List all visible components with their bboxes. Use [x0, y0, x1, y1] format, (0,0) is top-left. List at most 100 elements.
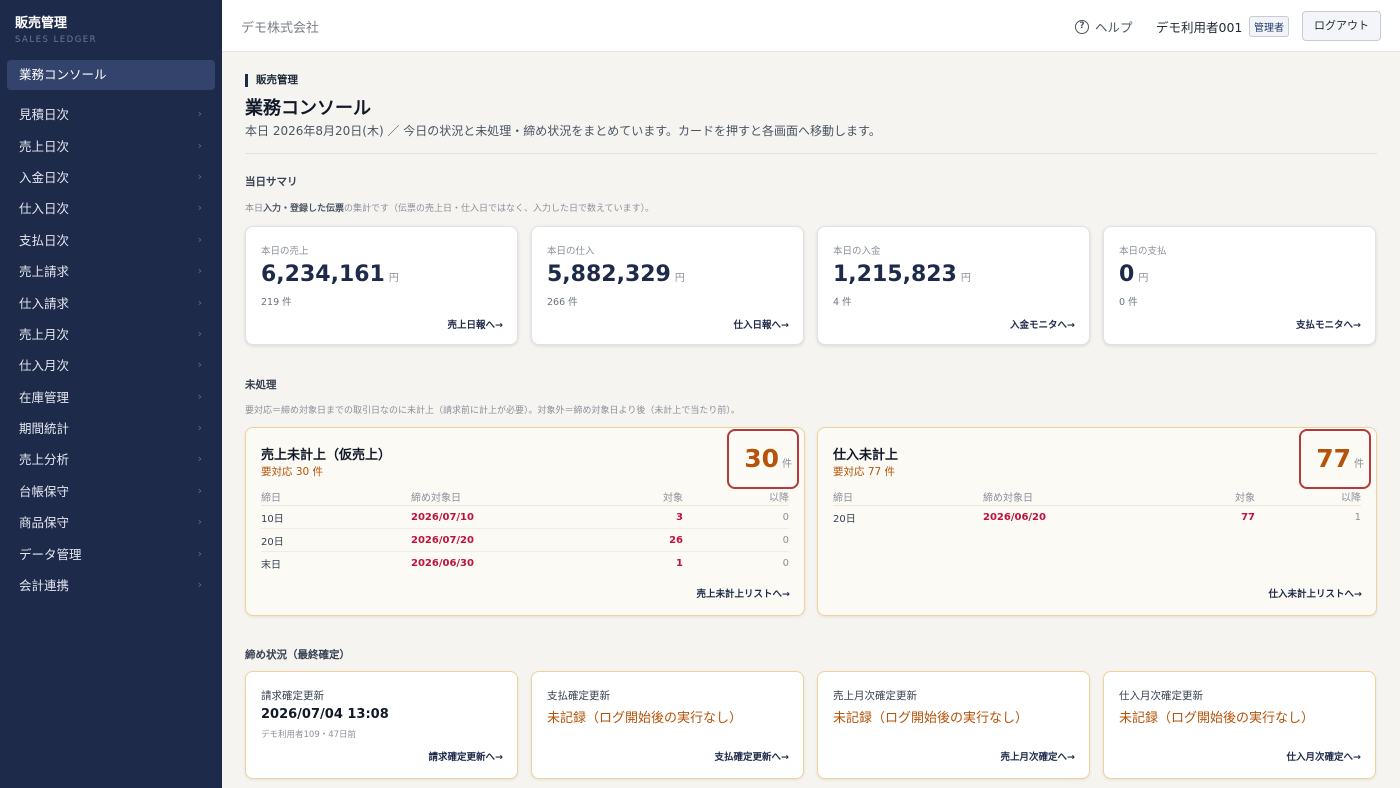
sidebar-item-label: 入金日次	[19, 169, 70, 185]
chevron-right-icon: ›	[197, 546, 202, 560]
pending-card-sales[interactable]: 売上未計上（仮売上） 要対応 30 件 30 件 締日 締め対象日 対象 以降 1…	[245, 427, 805, 616]
brand-subtitle: SALES LEDGER	[15, 35, 98, 45]
summary-note-prefix: 本日	[245, 204, 264, 214]
pending-card-title: 売上未計上（仮売上）	[261, 448, 392, 463]
target-date-cell: 2026/07/10	[411, 511, 474, 523]
company-name: デモ株式会社	[241, 21, 320, 36]
yen-unit: 円	[960, 273, 971, 284]
closing-card-purchase-monthly[interactable]: 仕入月次確定更新 未記録（ログ開始後の実行なし） 仕入月次確定へ→	[1103, 671, 1376, 779]
target-date-cell: 2026/06/30	[411, 558, 474, 569]
sidebar-item[interactable]: 期間統計 ›	[0, 412, 222, 443]
pending-note: 要対応＝締め対象日までの取引日なのに未計上（請求前に計上が必要）。対象外＝締め対…	[245, 406, 740, 416]
help-link[interactable]: ? ヘルプ	[1075, 17, 1133, 36]
after-count-cell: 1	[1354, 512, 1361, 523]
chevron-right-icon: ›	[197, 578, 202, 592]
sidebar-item[interactable]: 仕入請求 ›	[0, 286, 222, 317]
summary-note-suffix: の集計です（伝票の売上日・仕入日ではなく、入力した日で数えています）。	[344, 204, 655, 214]
summary-card-receipts[interactable]: 本日の入金 1,215,823 円 4 件 入金モニタへ→	[817, 226, 1090, 345]
chevron-right-icon: ›	[197, 232, 202, 246]
column-header: 締め対象日	[411, 493, 461, 504]
column-header: 対象	[663, 493, 683, 504]
count-unit: 件	[782, 459, 792, 470]
sidebar-item-label: 期間統計	[19, 421, 70, 437]
closing-card-sales-monthly[interactable]: 売上月次確定更新 未記録（ログ開始後の実行なし） 売上月次確定へ→	[817, 671, 1090, 779]
summary-card-amount: 5,882,329	[547, 262, 671, 287]
sidebar-item[interactable]: 商品保守 ›	[0, 506, 222, 537]
sidebar-item[interactable]: 台帳保守 ›	[0, 475, 222, 506]
sidebar-item[interactable]: 売上月次 ›	[0, 318, 222, 349]
yen-unit: 円	[388, 273, 399, 284]
yen-unit: 円	[1138, 273, 1149, 284]
pending-card-purchases[interactable]: 仕入未計上 要対応 77 件 77 件 締日 締め対象日 対象 以降 20日 20…	[817, 427, 1377, 616]
summary-card-link[interactable]: 売上日報へ→	[448, 317, 503, 331]
summary-card-value: 5,882,329 円	[547, 262, 685, 287]
sidebar-item[interactable]: 仕入日次 ›	[0, 192, 222, 223]
sidebar-item-label: 仕入請求	[19, 295, 70, 311]
help-label: ヘルプ	[1095, 20, 1133, 35]
sidebar-item-console[interactable]: 業務コンソール	[7, 60, 215, 90]
pending-section-title: 未処理	[245, 379, 277, 391]
sidebar-item[interactable]: 売上分析 ›	[0, 443, 222, 474]
closing-card-value: 未記録（ログ開始後の実行なし）	[547, 711, 743, 726]
closing-section-title: 締め状況（最終確定）	[245, 649, 350, 661]
sidebar-item[interactable]: 支払日次 ›	[0, 224, 222, 255]
count-unit: 件	[1354, 459, 1364, 470]
table-header: 締日 締め対象日 対象 以降	[833, 488, 1361, 506]
pending-card-link[interactable]: 仕入未計上リストへ→	[1269, 586, 1362, 600]
after-count-cell: 0	[782, 511, 789, 523]
user-name: デモ利用者001	[1156, 20, 1243, 35]
summary-card-count: 266 件	[547, 297, 578, 308]
closing-card-value: 未記録（ログ開始後の実行なし）	[1119, 711, 1315, 726]
closing-card-link[interactable]: 支払確定更新へ→	[715, 749, 789, 763]
closing-card-billing[interactable]: 請求確定更新 2026/07/04 13:08 デモ利用者109・47日前 請求…	[245, 671, 518, 779]
sidebar-item[interactable]: 会計連携 ›	[0, 569, 222, 600]
pending-count: 77 件	[1316, 444, 1364, 473]
chevron-right-icon: ›	[197, 452, 202, 466]
chevron-right-icon: ›	[197, 264, 202, 278]
sidebar-item-label: 売上日次	[19, 138, 70, 154]
summary-card-value: 0円	[1119, 262, 1148, 287]
chevron-right-icon: ›	[197, 358, 202, 372]
sidebar-item[interactable]: 売上請求 ›	[0, 255, 222, 286]
summary-card-payments[interactable]: 本日の支払 0円 0 件 支払モニタへ→	[1103, 226, 1376, 345]
summary-card-sales[interactable]: 本日の売上 6,234,161 円 219 件 売上日報へ→	[245, 226, 518, 345]
page-description: 本日 2026年8月20日(木) ／ 今日の状況と未処理・締め状況をまとめていま…	[245, 124, 881, 138]
sidebar-item[interactable]: 仕入月次 ›	[0, 349, 222, 380]
summary-card-link[interactable]: 入金モニタへ→	[1010, 317, 1075, 331]
chevron-right-icon: ›	[197, 515, 202, 529]
sidebar-item[interactable]: 売上日次 ›	[0, 129, 222, 160]
target-date-cell: 2026/07/20	[411, 534, 474, 546]
summary-card-count: 0 件	[1119, 297, 1138, 308]
help-icon: ?	[1075, 19, 1089, 34]
summary-card-amount: 6,234,161	[261, 262, 385, 287]
closing-card-link[interactable]: 仕入月次確定へ→	[1287, 749, 1361, 763]
divider	[245, 153, 1377, 154]
summary-card-link[interactable]: 支払モニタへ→	[1296, 317, 1361, 331]
pending-card-link[interactable]: 売上未計上リストへ→	[697, 586, 790, 600]
closing-card-link[interactable]: 売上月次確定へ→	[1001, 749, 1075, 763]
summary-card-purchases[interactable]: 本日の仕入 5,882,329 円 266 件 仕入日報へ→	[531, 226, 804, 345]
logout-button[interactable]: ログアウト	[1302, 11, 1381, 41]
closing-card-payment[interactable]: 支払確定更新 未記録（ログ開始後の実行なし） 支払確定更新へ→	[531, 671, 804, 779]
summary-note-emphasis: 入力・登録した伝票	[263, 204, 345, 214]
summary-card-value: 6,234,161 円	[261, 262, 399, 287]
column-header: 対象	[1235, 493, 1255, 504]
chevron-right-icon: ›	[197, 483, 202, 497]
sidebar-item[interactable]: 在庫管理 ›	[0, 381, 222, 412]
pending-count-value: 30	[744, 444, 779, 473]
target-count-cell: 3	[676, 511, 683, 523]
sidebar-item-label: 商品保守	[19, 515, 70, 531]
sidebar-item-label: 在庫管理	[19, 389, 70, 405]
sidebar-item-label: 売上月次	[19, 326, 70, 342]
sidebar-item[interactable]: 見積日次 ›	[0, 98, 222, 129]
sidebar-item[interactable]: データ管理 ›	[0, 537, 222, 568]
sidebar-item[interactable]: 入金日次 ›	[0, 161, 222, 192]
close-day-cell: 20日	[261, 536, 284, 548]
summary-card-label: 本日の入金	[833, 246, 881, 257]
summary-card-link[interactable]: 仕入日報へ→	[734, 317, 789, 331]
summary-card-amount: 0	[1119, 262, 1135, 287]
closing-card-link[interactable]: 請求確定更新へ→	[429, 749, 503, 763]
table-row: 末日 2026/06/30 1 0	[261, 552, 789, 575]
table-row: 20日 2026/07/20 26 0	[261, 529, 789, 552]
summary-card-label: 本日の支払	[1119, 246, 1167, 257]
